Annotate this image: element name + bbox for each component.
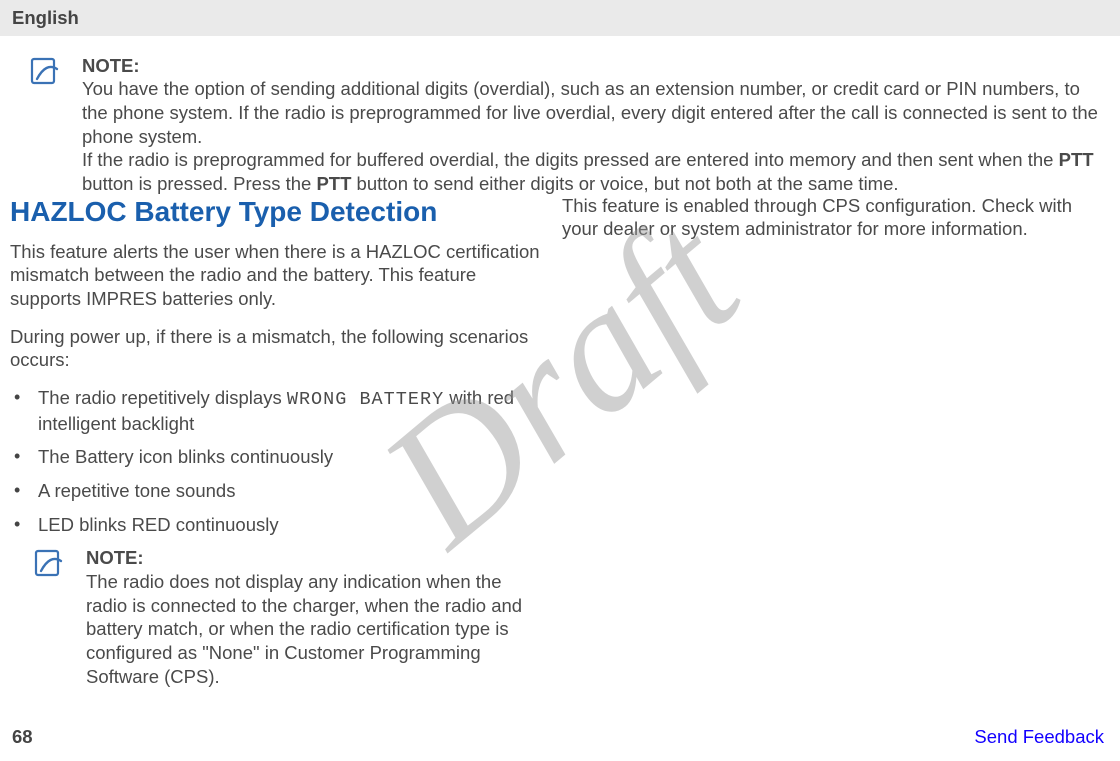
page-number: 68 [12,725,33,749]
list-item: The Battery icon blinks continuously [10,445,546,469]
top-note-block: NOTE: You have the option of sending add… [10,54,1110,196]
inner-note-body: NOTE: The radio does not display any ind… [86,546,546,688]
section-heading: HAZLOC Battery Type Detection [10,194,546,230]
note-icon [30,56,64,86]
header-bar: English [0,0,1120,36]
note-icon [34,548,68,578]
paragraph-2: During power up, if there is a mismatch,… [10,325,546,372]
page-content: NOTE: You have the option of sending add… [0,36,1120,689]
list-item: LED blinks RED continuously [10,513,546,537]
header-language: English [12,7,79,28]
scenario-list: The radio repetitively displays WRONG BA… [10,386,546,536]
two-column-layout: HAZLOC Battery Type Detection This featu… [10,194,1110,689]
column-left: HAZLOC Battery Type Detection This featu… [10,194,558,689]
column-right: This feature is enabled through CPS conf… [558,194,1110,689]
inner-note-block: NOTE: The radio does not display any ind… [10,546,546,688]
page-footer: 68 Send Feedback [0,725,1120,749]
note-label: NOTE: [86,546,546,570]
note-label: NOTE: [82,54,1110,78]
inner-note-text: The radio does not display any indicatio… [86,571,522,687]
note-paragraph-2: If the radio is preprogrammed for buffer… [82,148,1110,195]
list-item: A repetitive tone sounds [10,479,546,503]
paragraph-1: This feature alerts the user when there … [10,240,546,311]
list-item: The radio repetitively displays WRONG BA… [10,386,546,435]
note-paragraph-1: You have the option of sending additiona… [82,77,1110,148]
top-note-body: NOTE: You have the option of sending add… [82,54,1110,196]
send-feedback-link[interactable]: Send Feedback [974,725,1104,749]
right-col-text: This feature is enabled through CPS conf… [562,194,1110,241]
